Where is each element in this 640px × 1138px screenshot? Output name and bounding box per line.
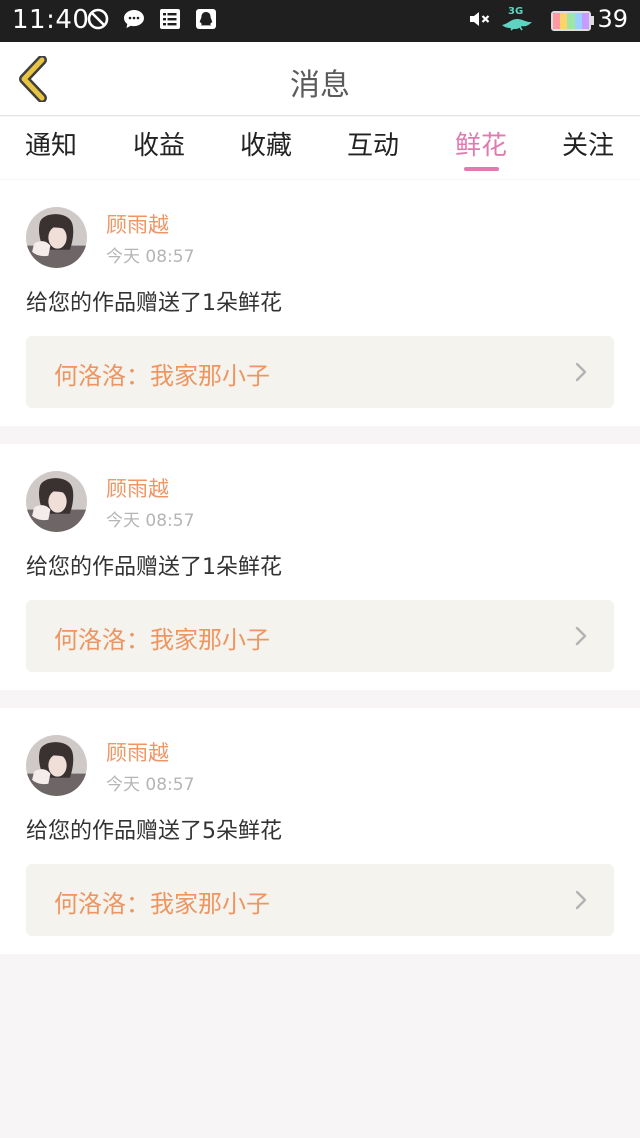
message-card: 顾雨越 今天 08:57 给您的作品赠送了1朵鲜花 何洛洛：我家那小子 [0, 444, 640, 690]
tab-bar: 通知 收益 收藏 互动 鲜花 关注 [0, 117, 640, 179]
chat-bubble-icon [124, 10, 144, 28]
block-icon [87, 8, 109, 30]
sender-name[interactable]: 顾雨越 [106, 209, 169, 239]
work-title: 何洛洛：我家那小子 [54, 890, 270, 918]
message-text: 给您的作品赠送了1朵鲜花 [26, 555, 282, 580]
message-card: 顾雨越 今天 08:57 给您的作品赠送了5朵鲜花 何洛洛：我家那小子 [0, 708, 640, 954]
message-text: 给您的作品赠送了5朵鲜花 [26, 819, 282, 844]
list-icon [160, 9, 180, 29]
qq-icon [196, 9, 216, 29]
sender-name[interactable]: 顾雨越 [106, 473, 169, 503]
tab-favorites[interactable]: 收藏 [221, 125, 311, 162]
chevron-right-icon [575, 362, 587, 382]
message-time: 今天 08:57 [106, 247, 195, 267]
chevron-right-icon [575, 626, 587, 646]
tab-following[interactable]: 关注 [543, 125, 633, 162]
work-link[interactable]: 何洛洛：我家那小子 [26, 336, 614, 408]
battery-icon [551, 11, 591, 31]
signal-bird-icon [502, 19, 532, 31]
avatar[interactable] [26, 207, 87, 268]
battery-tip [591, 16, 594, 25]
battery-level: 39 [597, 5, 628, 33]
active-tab-indicator [464, 167, 499, 171]
header-bar: 消息 [0, 42, 640, 116]
work-title: 何洛洛：我家那小子 [54, 626, 270, 654]
sender-name[interactable]: 顾雨越 [106, 737, 169, 767]
avatar[interactable] [26, 735, 87, 796]
message-time: 今天 08:57 [106, 511, 195, 531]
message-time: 今天 08:57 [106, 775, 195, 795]
tab-notifications[interactable]: 通知 [6, 125, 96, 162]
status-bar: 11:40 3G 39 [0, 0, 640, 42]
tab-interactions[interactable]: 互动 [328, 125, 418, 162]
work-title: 何洛洛：我家那小子 [54, 362, 270, 390]
work-link[interactable]: 何洛洛：我家那小子 [26, 864, 614, 936]
message-text: 给您的作品赠送了1朵鲜花 [26, 291, 282, 316]
chevron-right-icon [575, 890, 587, 910]
tab-flowers[interactable]: 鲜花 [436, 125, 526, 162]
message-card: 顾雨越 今天 08:57 给您的作品赠送了1朵鲜花 何洛洛：我家那小子 [0, 180, 640, 426]
status-time: 11:40 [12, 5, 90, 35]
page-title: 消息 [290, 68, 350, 103]
avatar[interactable] [26, 471, 87, 532]
work-link[interactable]: 何洛洛：我家那小子 [26, 600, 614, 672]
tab-earnings[interactable]: 收益 [114, 125, 204, 162]
mute-icon [470, 12, 490, 26]
